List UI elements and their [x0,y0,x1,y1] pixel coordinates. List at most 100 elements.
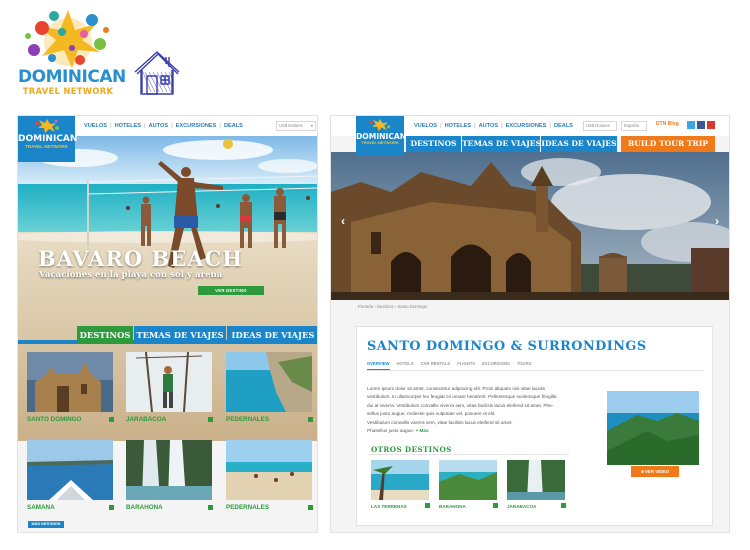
tab-ideas-de-viajes[interactable]: IDEAS DE VIAJES [541,136,617,152]
nav-deals[interactable]: DEALS [224,123,243,129]
chevron-down-icon: ▾ [310,123,313,128]
nav-autos[interactable]: AUTOS [479,123,498,129]
nav-excursiones[interactable]: EXCURSIONES [506,123,547,129]
destination-card[interactable]: JARABACOA [126,352,214,428]
barahona-coast-photo [439,460,497,500]
other-destinations-title: OTROS DESTINOS [371,445,452,454]
hero-subtitle: Vacaciones en la playa con sol y arena [39,270,223,280]
destination-name: PEDERNALES [226,416,270,423]
tab-destinos[interactable]: DESTINOS [77,326,133,344]
category-tabs: DESTINOS TEMAS DE VIAJES IDEAS DE VIAJES [18,326,317,344]
top-nav: VUELOS | HOTELES | AUTOS | EXCURSIONES | DEA… [84,123,243,129]
ver-video-label: VER VIDEO [644,469,669,474]
tab-temas-de-viajes[interactable]: TEMAS DE VIAJES [134,326,226,344]
nav-hoteles[interactable]: HOTELES [115,123,141,129]
site-logo[interactable]: DOMINICAN TRAVEL NETWORK [18,116,78,162]
video-thumbnail[interactable] [607,391,699,465]
tab-ideas-de-viajes[interactable]: IDEAS DE VIAJES [227,326,317,344]
pedernales-photo [226,352,312,412]
barahona-photo [126,440,212,500]
nav-excursiones[interactable]: EXCURSIONES [176,123,217,129]
jarabacoa-waterfall-photo [507,460,565,500]
nav-vuelos[interactable]: VUELOS [414,123,437,129]
youtube-icon[interactable] [707,121,715,129]
destination-card[interactable]: PEDERNALES [226,352,314,428]
breadcrumb-portada[interactable]: Portada [358,304,373,309]
currency-value: US$ Dolares [586,123,610,128]
subtab-hotels[interactable]: HOTELS [397,361,414,370]
subtab-excursions[interactable]: EXCURSIONS [482,361,510,370]
other-destination-card[interactable]: LAS TERRENAS [371,460,431,518]
nav-hoteles[interactable]: HOTELES [445,123,471,129]
nav-autos[interactable]: AUTOS [149,123,168,129]
nav-vuelos[interactable]: VUELOS [84,123,107,129]
blog-link[interactable]: DTN Blog [656,121,679,127]
plus-icon[interactable] [109,417,114,422]
plus-icon[interactable] [109,505,114,510]
destination-name: JARABACOA [126,416,167,423]
plus-icon[interactable] [493,503,498,508]
description-line: vestibulum. In ullamcorper leo feugiat m… [367,394,557,400]
home-icon[interactable] [131,48,183,98]
next-arrow-icon[interactable]: › [715,214,719,228]
ver-video-button[interactable]: ■ VER VIDEO [631,466,679,477]
language-value: Español [624,123,640,128]
subtab-flights[interactable]: FLIGHTS [457,361,475,370]
las-terrenas-photo [371,460,429,500]
ver-destino-button[interactable]: VER DESTINO [198,286,264,295]
subtab-tours[interactable]: TOURS [517,361,532,370]
other-destination-card[interactable]: JARABACOA [507,460,567,518]
breadcrumb: Portada › Destinos › Santo Domingo [358,304,427,309]
other-destination-name: LAS TERRENAS [371,504,407,509]
top-nav: VUELOS | HOTELES | AUTOS | EXCURSIONES | DEA… [414,123,573,129]
other-destination-card[interactable]: BARAHONA [439,460,499,518]
logo-splash-icon [34,119,59,133]
destination-page-mockup: VUELOS | HOTELES | AUTOS | EXCURSIONES | DEA… [330,115,730,533]
breadcrumb-destinos[interactable]: Destinos [377,304,394,309]
destination-name: SANTO DOMINGO [27,416,82,423]
destination-name: PEDERNALES [226,504,270,511]
destination-card[interactable]: SAMANA [27,440,115,516]
category-tabs: DESTINOS TEMAS DE VIAJES IDEAS DE VIAJES… [331,136,729,152]
subtab-overview[interactable]: OVERVIEW [367,361,390,370]
tab-destinos[interactable]: DESTINOS [406,136,461,152]
plus-icon[interactable] [208,417,213,422]
plus-icon[interactable] [308,505,313,510]
subtab-car-rentals[interactable]: CAR RENTALS [420,361,450,370]
currency-select[interactable]: US$ Dolares [583,121,617,131]
plus-icon[interactable] [208,505,213,510]
hero-cathedral: ‹ › [331,152,729,300]
plus-icon[interactable] [425,503,430,508]
other-destination-name: BARAHONA [439,504,466,509]
subtabs: OVERVIEW HOTELS CAR RENTALS FLIGHTS EXCU… [367,361,704,371]
more-destinations-button[interactable]: MÁS DESTINOS [28,521,64,528]
jarabacoa-photo [126,352,212,412]
plus-icon[interactable] [561,503,566,508]
twitter-icon[interactable] [687,121,695,129]
facebook-icon[interactable] [697,121,705,129]
pedernales-beach-photo [226,440,312,500]
prev-arrow-icon[interactable]: ‹ [341,214,345,228]
site-logo-tagline: TRAVEL NETWORK [25,144,68,149]
description-line: Phasellus justo augue. [367,428,415,434]
cathedral-photo [331,152,729,300]
build-tour-trip-button[interactable]: BUILD TOUR TRIP [621,136,715,152]
site-logo-name: DOMINICAN [18,134,78,144]
currency-select[interactable]: US$ Dolares ▾ [276,121,316,131]
destination-name: SAMANA [27,504,55,511]
destination-card[interactable]: PEDERNALES [226,440,314,516]
destination-card[interactable]: BARAHONA [126,440,214,516]
description-line: sellus justo augue, molestie quis vulput… [367,411,496,417]
breadcrumb-current: Santo Domingo [397,304,428,309]
more-link[interactable]: + Más [415,428,428,433]
plus-icon[interactable] [308,417,313,422]
colorful-star-splash-icon [25,10,109,68]
brand-name: DOMINICAN [18,67,126,87]
brand-logo[interactable]: DOMINICAN TRAVEL NETWORK [18,8,126,103]
language-select[interactable]: Español [621,121,647,131]
tab-temas-de-viajes[interactable]: TEMAS DE VIAJES [462,136,541,152]
destination-card[interactable]: SANTO DOMINGO [27,352,115,428]
destination-content: SANTO DOMINGO & SURRONDINGS OVERVIEW HOT… [356,326,713,526]
destination-name: BARAHONA [126,504,163,511]
nav-deals[interactable]: DEALS [554,123,573,129]
